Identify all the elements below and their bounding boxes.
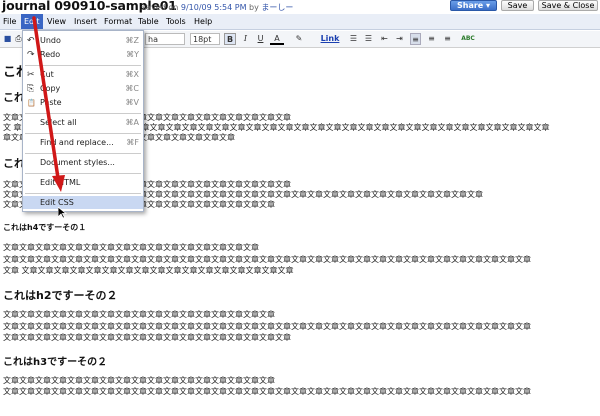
redo-icon: ↷ xyxy=(27,50,35,60)
saved-by: by xyxy=(249,3,259,12)
menu-item-document-styles[interactable]: Document styles... xyxy=(23,156,143,169)
edit-menu-dropdown: ↶ Undo ⌘Z ↷ Redo ⌘Y ✂ Cut ⌘X ⎘ Copy ⌘C 📋… xyxy=(22,30,144,212)
paragraph-line: 文章文章文章文章文章文章文章文章文章文章文章文章文章文章文章文章文章 xyxy=(3,310,275,319)
menu-item-redo[interactable]: ↷ Redo ⌘Y xyxy=(23,48,143,61)
menu-item-label: Document styles... xyxy=(40,158,115,167)
menu-item-shortcut: ⌘A xyxy=(125,118,139,127)
menu-item-label: Find and replace... xyxy=(40,138,114,147)
paragraph-line: 文章文章文章文章文章文章文章文章文章文章文章文章文章文章文章文章 xyxy=(3,243,259,252)
menu-item-cut[interactable]: ✂ Cut ⌘X xyxy=(23,68,143,81)
heading-h3-second: これはh3ですーその２ xyxy=(3,357,108,368)
menu-view[interactable]: View xyxy=(44,14,69,29)
menu-item-edit-css[interactable]: Edit CSS xyxy=(23,196,143,209)
menu-item-label: Copy xyxy=(40,84,61,93)
paragraph-line: 文章文章文章文章文章文章文章文章文章文章文章文章文章文章文章文章文章文章 xyxy=(3,333,291,342)
share-button[interactable]: Share ▾ xyxy=(450,0,497,11)
mouse-pointer-icon xyxy=(57,206,68,222)
menu-item-shortcut: ⌘C xyxy=(125,84,139,93)
scissors-icon: ✂ xyxy=(27,70,35,80)
menu-format[interactable]: Format xyxy=(101,14,135,29)
increase-indent-icon[interactable]: ⇥ xyxy=(394,33,405,45)
saved-status: saved on 9/10/09 5:54 PM by まーしー xyxy=(142,2,293,13)
menu-item-shortcut: ⌘X xyxy=(125,70,139,79)
copy-icon: ⎘ xyxy=(27,84,35,94)
paragraph-line: 文章文章文章文章文章文章文章文章文章文章文章文章文章文章文章文章文章文章文章文章… xyxy=(3,387,531,396)
saved-date-link[interactable]: 9/10/09 5:54 PM xyxy=(181,3,247,12)
menu-item-label: Redo xyxy=(40,50,61,59)
save-button[interactable]: Save xyxy=(501,0,534,11)
menu-item-paste[interactable]: 📋 Paste ⌘V xyxy=(23,96,143,109)
paragraph-line: 文章 文章文章文章文章文章文章文章文章文章文章文章文章文章文章文章文章文章 xyxy=(3,266,294,275)
decrease-indent-icon[interactable]: ⇤ xyxy=(379,33,390,45)
paragraph-line: 文章文章文章文章文章文章文章文章文章文章文章文章文章文章文章文章文章文章文章文章… xyxy=(3,322,531,331)
menu-item-label: Cut xyxy=(40,70,54,79)
menu-item-label: Paste xyxy=(40,98,62,107)
saved-prefix: saved on xyxy=(142,3,179,12)
menu-item-edit-html[interactable]: Edit HTML xyxy=(23,176,143,189)
menu-item-find-replace[interactable]: Find and replace... ⌘F xyxy=(23,136,143,149)
menu-item-select-all[interactable]: Select all ⌘A xyxy=(23,116,143,129)
menu-table[interactable]: Table xyxy=(135,14,162,29)
menu-separator xyxy=(25,133,141,134)
heading-h2-second: これはh2ですーその２ xyxy=(3,289,118,302)
menu-item-label: Edit HTML xyxy=(40,178,81,187)
menu-item-shortcut: ⌘V xyxy=(125,98,139,107)
menu-file[interactable]: File xyxy=(0,14,19,29)
text-color-button[interactable]: A xyxy=(270,33,284,45)
title-bar: journal 090910-sample01 saved on 9/10/09… xyxy=(0,0,600,14)
menu-item-shortcut: ⌘Y xyxy=(126,50,139,59)
menu-insert[interactable]: Insert xyxy=(71,14,100,29)
menu-item-copy[interactable]: ⎘ Copy ⌘C xyxy=(23,82,143,95)
highlight-icon[interactable]: ✎ xyxy=(292,33,306,45)
link-button[interactable]: Link xyxy=(319,33,341,45)
saved-user-link[interactable]: まーしー xyxy=(261,3,293,12)
menu-edit[interactable]: Edit xyxy=(21,14,43,29)
heading-h4: これはh4ですーその１ xyxy=(3,223,87,232)
bold-button[interactable]: B xyxy=(224,33,236,45)
save-close-button[interactable]: Save & Close xyxy=(538,0,598,11)
paragraph-line: 文章文章文章文章文章文章文章文章文章文章文章文章文章文章文章文章文章 xyxy=(3,376,275,385)
save-icon[interactable]: ■ xyxy=(2,33,13,45)
font-size-select[interactable]: 18pt xyxy=(190,33,220,45)
menu-item-shortcut: ⌘F xyxy=(126,138,139,147)
menu-tools[interactable]: Tools xyxy=(163,14,189,29)
menu-bar: File Edit View Insert Format Table Tools… xyxy=(0,14,600,30)
italic-button[interactable]: I xyxy=(240,33,251,45)
menu-separator xyxy=(25,113,141,114)
menu-separator xyxy=(25,65,141,66)
menu-help[interactable]: Help xyxy=(191,14,215,29)
align-right-icon[interactable]: ≡ xyxy=(442,33,453,45)
align-center-icon[interactable]: ≡ xyxy=(426,33,437,45)
align-left-icon[interactable]: ≡ xyxy=(410,33,421,45)
clipboard-icon: 📋 xyxy=(27,99,36,107)
font-family-select[interactable]: ha xyxy=(145,33,185,45)
menu-item-label: Select all xyxy=(40,118,77,127)
menu-item-undo[interactable]: ↶ Undo ⌘Z xyxy=(23,34,143,47)
paragraph-line: 文章文章文章文章文章文章文章文章文章文章文章文章文章文章文章文章文章文章文章文章… xyxy=(3,255,531,264)
bulleted-list-icon[interactable]: ☰ xyxy=(363,33,374,45)
menu-separator xyxy=(25,193,141,194)
underline-button[interactable]: U xyxy=(255,33,266,45)
menu-item-shortcut: ⌘Z xyxy=(125,36,139,45)
menu-item-label: Undo xyxy=(40,36,61,45)
menu-separator xyxy=(25,173,141,174)
numbered-list-icon[interactable]: ☰ xyxy=(348,33,359,45)
undo-icon: ↶ xyxy=(27,36,35,46)
menu-item-label: Edit CSS xyxy=(40,198,74,207)
menu-separator xyxy=(25,153,141,154)
spellcheck-icon[interactable]: ABC xyxy=(460,33,476,45)
